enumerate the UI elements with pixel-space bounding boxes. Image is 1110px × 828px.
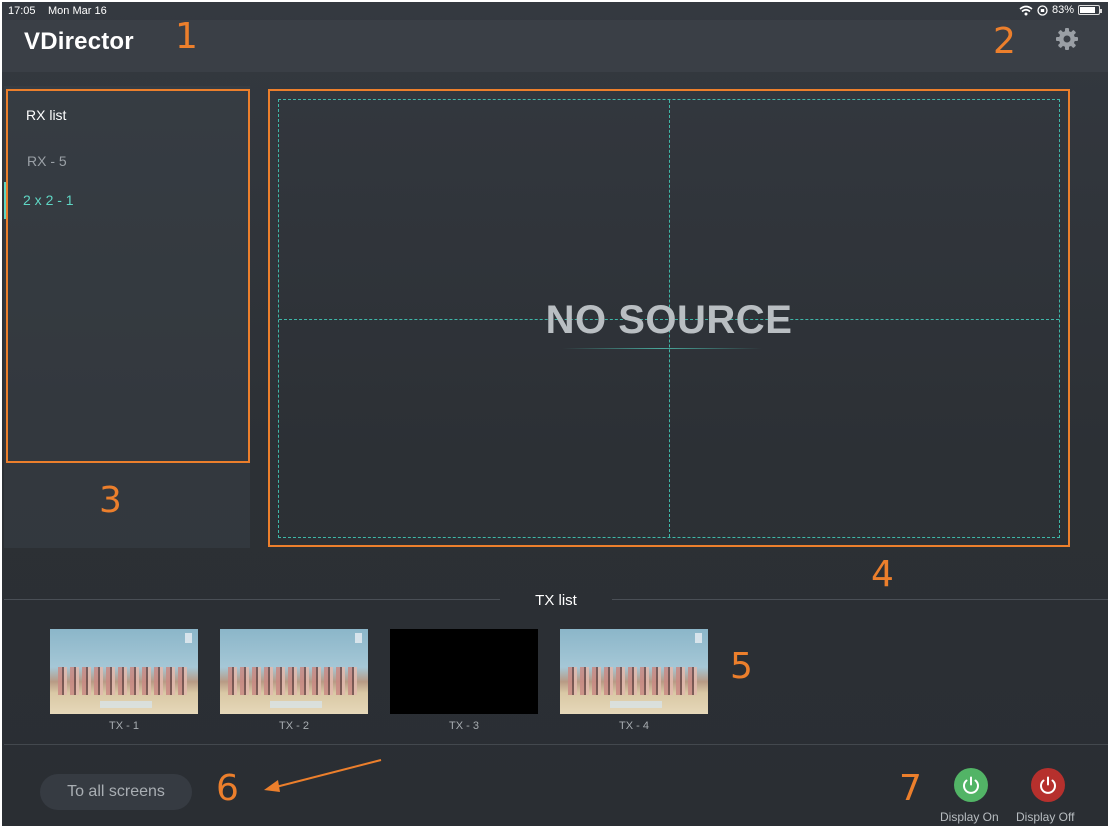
annotation-number: 5 (730, 646, 753, 687)
preview-annotation-frame (268, 89, 1070, 547)
app-logo: VDirector (24, 28, 134, 55)
annotation-number: 1 (175, 16, 198, 57)
tx-label: TX - 2 (279, 720, 309, 732)
battery-percent: 83% (1051, 4, 1074, 16)
tx-thumbnail[interactable] (560, 629, 708, 714)
to-all-screens-button[interactable]: To all screens (40, 774, 192, 810)
tx-source-item[interactable]: TX - 2 (220, 629, 368, 732)
tx-thumbnail[interactable] (220, 629, 368, 714)
tx-divider-left (4, 599, 500, 600)
tx-label: TX - 4 (619, 720, 649, 732)
wifi-icon (1019, 5, 1033, 15)
app-header: VDirector (2, 20, 1108, 72)
settings-button[interactable] (1055, 27, 1079, 51)
tx-list-title: TX list (535, 592, 577, 609)
tx-label: TX - 1 (109, 720, 139, 732)
display-on-button[interactable] (954, 768, 988, 802)
annotation-number: 6 (216, 768, 239, 809)
status-time: 17:05 (8, 5, 36, 17)
annotation-number: 4 (871, 554, 894, 595)
bottom-divider (4, 744, 1108, 745)
gear-icon (1056, 28, 1078, 50)
status-indicators: 83% (1019, 4, 1102, 16)
tx-source-item[interactable]: TX - 4 (560, 629, 708, 732)
tx-label: TX - 3 (449, 720, 479, 732)
display-off-label: Display Off (1016, 810, 1075, 824)
tx-thumbnail[interactable] (390, 629, 538, 714)
battery-icon (1078, 5, 1102, 15)
power-icon (1040, 776, 1056, 794)
tx-divider-right (612, 599, 1108, 600)
annotation-number: 3 (99, 480, 122, 521)
orientation-lock-icon (1037, 4, 1048, 16)
status-bar: 17:05 Mon Mar 16 83% (2, 2, 1108, 20)
annotation-number: 7 (899, 768, 922, 809)
annotation-number: 2 (993, 21, 1016, 62)
rx-annotation-frame (6, 89, 250, 463)
display-off-button[interactable] (1031, 768, 1065, 802)
power-icon (963, 776, 979, 794)
tx-thumbnail[interactable] (50, 629, 198, 714)
tx-source-item[interactable]: TX - 1 (50, 629, 198, 732)
tx-source-item[interactable]: TX - 3 (390, 629, 538, 732)
display-on-label: Display On (940, 810, 999, 824)
status-date: Mon Mar 16 (48, 5, 107, 17)
